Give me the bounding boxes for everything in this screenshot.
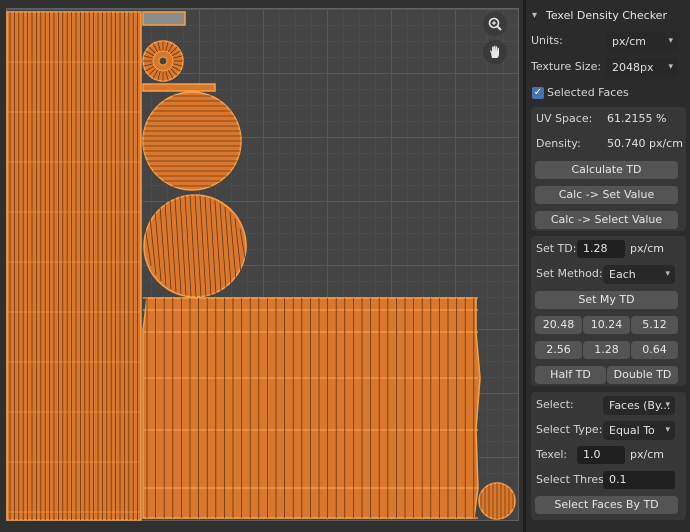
chevron-down-icon[interactable]: ▾ xyxy=(532,10,544,21)
set-method-label: Set Method: xyxy=(536,267,603,280)
texture-size-row: Texture Size: 2048px ▾ xyxy=(526,56,681,78)
selected-faces-row: ✓ Selected Faces xyxy=(526,82,681,104)
zoom-icon[interactable] xyxy=(483,12,507,36)
uv-island-small-disc[interactable] xyxy=(478,482,516,520)
set-method-dropdown[interactable]: Each ▾ xyxy=(603,265,675,284)
texel-input[interactable]: 1.0 xyxy=(577,446,625,464)
preset-10-24-button[interactable]: 10.24 xyxy=(583,316,630,334)
preset-1-28-button[interactable]: 1.28 xyxy=(583,341,630,359)
set-td-input[interactable]: 1.28 xyxy=(577,240,625,258)
uv-island-small-rect[interactable] xyxy=(142,11,186,26)
set-td-unit: px/cm xyxy=(630,242,664,255)
chevron-down-icon: ▾ xyxy=(665,400,670,410)
uv-space-value: 61.2155 % xyxy=(607,112,667,125)
texture-size-value: 2048px xyxy=(612,61,654,74)
set-td-label: Set TD: xyxy=(536,242,577,255)
select-dropdown[interactable]: Faces (By... ▾ xyxy=(603,396,675,415)
units-label: Units: xyxy=(531,34,563,47)
texel-density-panel: ▾ Texel Density Checker Units: px/cm ▾ T… xyxy=(525,0,690,532)
selected-faces-label: Selected Faces xyxy=(547,86,629,99)
uv-island-large-grid[interactable] xyxy=(142,297,481,519)
preset-20-48-button[interactable]: 20.48 xyxy=(535,316,582,334)
uv-space-label: UV Space: xyxy=(536,112,593,125)
uv-island-gear[interactable] xyxy=(142,40,184,82)
units-row: Units: px/cm ▾ xyxy=(526,30,681,52)
calc-select-value-button[interactable]: Calc -> Select Value xyxy=(535,211,678,229)
preset-2-56-button[interactable]: 2.56 xyxy=(535,341,582,359)
select-value: Faces (By... xyxy=(609,399,671,412)
set-my-td-button[interactable]: Set My TD xyxy=(535,291,678,309)
density-value: 50.740 px/cm xyxy=(607,137,683,150)
units-dropdown[interactable]: px/cm ▾ xyxy=(606,32,678,51)
select-type-label: Select Type: xyxy=(536,423,603,436)
uv-island-disc-horizontal[interactable] xyxy=(142,91,242,191)
select-threshold-input[interactable]: 0.1 xyxy=(603,471,675,489)
preset-0-64-button[interactable]: 0.64 xyxy=(631,341,678,359)
select-box: Select: Faces (By... ▾ Select Type: Equa… xyxy=(531,392,686,520)
panel-title: Texel Density Checker xyxy=(546,8,667,22)
double-td-button[interactable]: Double TD xyxy=(607,366,678,384)
select-label: Select: xyxy=(536,398,574,411)
calc-set-value-button[interactable]: Calc -> Set Value xyxy=(535,186,678,204)
uv-island-disc-vertical[interactable] xyxy=(143,194,247,298)
set-method-value: Each xyxy=(609,268,636,281)
select-type-dropdown[interactable]: Equal To ▾ xyxy=(603,421,675,440)
density-label: Density: xyxy=(536,137,581,150)
chevron-down-icon: ▾ xyxy=(668,62,673,72)
uv-island-strip[interactable] xyxy=(6,11,142,521)
stats-box: UV Space: 61.2155 % Density: 50.740 px/c… xyxy=(531,107,686,231)
select-faces-by-td-button[interactable]: Select Faces By TD xyxy=(535,496,678,514)
selected-faces-checkbox[interactable]: ✓ xyxy=(532,87,544,99)
chevron-down-icon: ▾ xyxy=(665,425,670,435)
uv-islands[interactable] xyxy=(0,0,523,532)
texel-label: Texel: xyxy=(536,448,568,461)
chevron-down-icon: ▾ xyxy=(665,269,670,279)
preset-5-12-button[interactable]: 5.12 xyxy=(631,316,678,334)
set-td-box: Set TD: 1.28 px/cm Set Method: Each ▾ Se… xyxy=(531,236,686,386)
units-value: px/cm xyxy=(612,35,646,48)
texel-unit: px/cm xyxy=(630,448,664,461)
texture-size-dropdown[interactable]: 2048px ▾ xyxy=(606,58,678,77)
calculate-td-button[interactable]: Calculate TD xyxy=(535,161,678,179)
hand-icon[interactable] xyxy=(483,40,507,64)
uv-island-bar[interactable] xyxy=(142,83,216,92)
uv-editor-viewport[interactable] xyxy=(0,0,523,532)
select-type-value: Equal To xyxy=(609,424,655,437)
panel-header[interactable]: ▾ Texel Density Checker xyxy=(526,4,690,26)
texture-size-label: Texture Size: xyxy=(531,60,602,73)
chevron-down-icon: ▾ xyxy=(668,36,673,46)
half-td-button[interactable]: Half TD xyxy=(535,366,606,384)
